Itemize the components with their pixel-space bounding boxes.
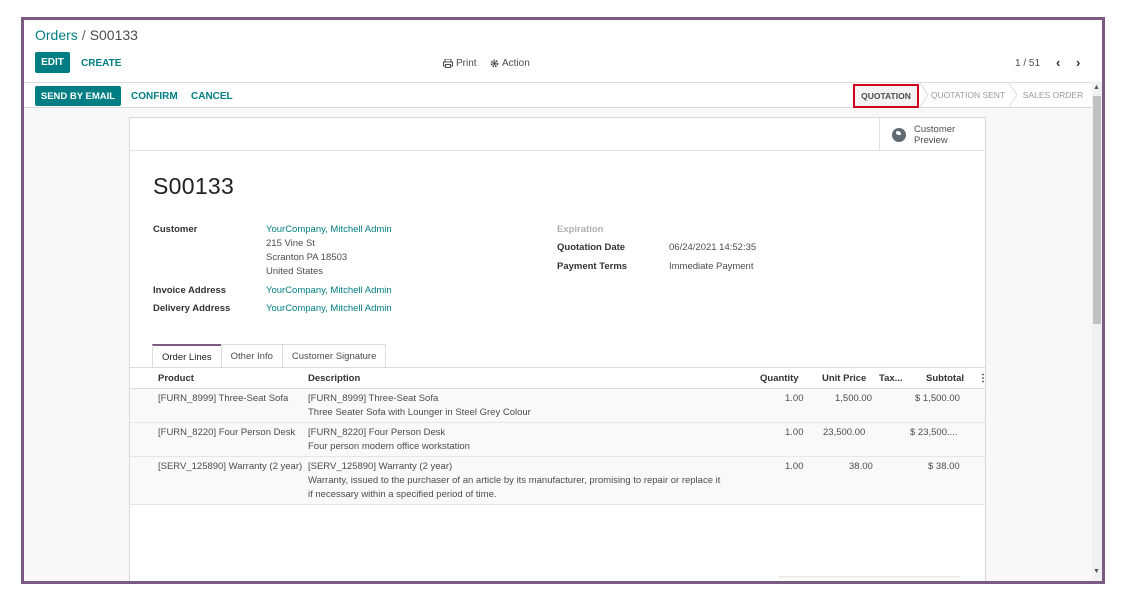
invoice-address-link[interactable]: YourCompany, Mitchell Admin bbox=[266, 285, 392, 296]
column-quantity[interactable]: Quantity bbox=[760, 373, 799, 384]
pager-previous-button[interactable]: ‹ bbox=[1056, 55, 1060, 70]
customer-address-street: 215 Vine St bbox=[266, 238, 315, 249]
customer-label: Customer bbox=[153, 224, 198, 235]
customer-preview-label: Customer Preview bbox=[914, 123, 956, 146]
delivery-address-link[interactable]: YourCompany, Mitchell Admin bbox=[266, 303, 392, 314]
create-button[interactable]: CREATE bbox=[81, 58, 121, 69]
send-by-email-button[interactable]: SEND BY EMAIL bbox=[35, 86, 121, 106]
totals-divider bbox=[779, 576, 960, 578]
action-menu-button[interactable]: Action bbox=[490, 58, 530, 69]
print-menu-button[interactable]: Print bbox=[443, 58, 477, 69]
line-description-detail: Four person modern office workstation bbox=[308, 441, 470, 452]
customer-address-city: Scranton PA 18503 bbox=[266, 252, 348, 263]
pager-value[interactable]: 1 / 51 bbox=[1015, 58, 1040, 69]
scrollbar-thumb[interactable] bbox=[1093, 96, 1101, 324]
payment-terms-value[interactable]: Immediate Payment bbox=[669, 261, 753, 272]
tab-order-lines[interactable]: Order Lines bbox=[152, 344, 222, 368]
table-header: Product Description Quantity Unit Price … bbox=[130, 368, 988, 389]
app-frame: Orders / S00133 EDIT CREATE Print Action 1… bbox=[21, 17, 1105, 584]
line-subtotal: $ 1,500.00 bbox=[915, 393, 960, 404]
print-icon bbox=[443, 59, 453, 68]
cancel-button[interactable]: CANCEL bbox=[191, 91, 233, 102]
notebook-tabs: Order Lines Other Info Customer Signatur… bbox=[152, 344, 387, 368]
customer-address-country: United States bbox=[266, 266, 324, 277]
scrollbar[interactable]: ▲ ▼ bbox=[1092, 82, 1102, 581]
stage-quotation[interactable]: QUOTATION bbox=[853, 84, 919, 108]
line-product: [FURN_8220] Four Person Desk bbox=[158, 427, 296, 438]
form-sheet: Customer Preview S00133 Customer YourCom… bbox=[129, 117, 988, 581]
stage-quotation-sent[interactable]: QUOTATION SENT bbox=[922, 83, 1014, 107]
button-box: Customer Preview bbox=[130, 118, 985, 151]
order-lines-table: Product Description Quantity Unit Price … bbox=[130, 368, 988, 505]
breadcrumb: Orders / S00133 bbox=[35, 27, 138, 43]
line-quantity: 1.00 bbox=[785, 427, 804, 438]
control-panel: Orders / S00133 EDIT CREATE Print Action 1… bbox=[24, 20, 1102, 82]
line-description-detail: Three Seater Sofa with Lounger in Steel … bbox=[308, 407, 531, 418]
breadcrumb-separator: / bbox=[81, 27, 86, 43]
table-row[interactable]: [FURN_8220] Four Person Desk [FURN_8220]… bbox=[130, 423, 985, 457]
payment-terms-label: Payment Terms bbox=[557, 261, 628, 272]
column-taxes[interactable]: Tax... bbox=[879, 373, 903, 384]
line-quantity: 1.00 bbox=[785, 393, 804, 404]
optional-columns-icon[interactable]: ⋮ bbox=[978, 373, 988, 384]
line-product: [FURN_8999] Three-Seat Sofa bbox=[158, 393, 289, 404]
statusbar: SEND BY EMAIL CONFIRM CANCEL QUOTATION Q… bbox=[24, 82, 1102, 108]
stage-sales-order[interactable]: SALES ORDER bbox=[1014, 83, 1092, 107]
quotation-date-value[interactable]: 06/24/2021 14:52:35 bbox=[669, 242, 756, 253]
action-label: Action bbox=[502, 58, 530, 69]
line-subtotal: $ 38.00 bbox=[928, 461, 960, 472]
line-description-title: [SERV_125890] Warranty (2 year) bbox=[308, 461, 453, 472]
column-unit-price[interactable]: Unit Price bbox=[822, 373, 866, 384]
line-description-title: [FURN_8999] Three-Seat Sofa bbox=[308, 393, 439, 404]
scroll-up-arrow-icon[interactable]: ▲ bbox=[1093, 84, 1100, 91]
table-row[interactable]: [SERV_125890] Warranty (2 year) [SERV_12… bbox=[130, 457, 985, 505]
line-description-detail: Warranty, issued to the purchaser of an … bbox=[308, 475, 721, 486]
edit-button[interactable]: EDIT bbox=[35, 52, 70, 73]
confirm-button[interactable]: CONFIRM bbox=[131, 91, 178, 102]
column-description[interactable]: Description bbox=[308, 373, 360, 384]
expiration-label: Expiration bbox=[557, 224, 604, 235]
tab-customer-signature[interactable]: Customer Signature bbox=[281, 344, 387, 368]
line-quantity: 1.00 bbox=[785, 461, 804, 472]
customer-link[interactable]: YourCompany, Mitchell Admin bbox=[266, 224, 392, 235]
invoice-address-label: Invoice Address bbox=[153, 285, 227, 296]
globe-icon bbox=[892, 127, 906, 142]
quotation-date-label: Quotation Date bbox=[557, 242, 626, 253]
table-row[interactable]: [FURN_8999] Three-Seat Sofa [FURN_8999] … bbox=[130, 389, 985, 423]
breadcrumb-current: S00133 bbox=[89, 27, 138, 43]
tab-other-info[interactable]: Other Info bbox=[220, 344, 283, 368]
breadcrumb-orders-link[interactable]: Orders bbox=[35, 27, 78, 43]
line-product: [SERV_125890] Warranty (2 year) bbox=[158, 461, 303, 472]
gear-icon bbox=[490, 59, 499, 68]
line-subtotal: $ 23,500.... bbox=[910, 427, 958, 438]
order-title: S00133 bbox=[153, 173, 235, 199]
line-description-title: [FURN_8220] Four Person Desk bbox=[308, 427, 446, 438]
print-label: Print bbox=[456, 58, 477, 69]
line-unit-price: 1,500.00 bbox=[835, 393, 872, 404]
customer-preview-button[interactable]: Customer Preview bbox=[879, 118, 985, 151]
delivery-address-label: Delivery Address bbox=[153, 303, 231, 314]
column-subtotal[interactable]: Subtotal bbox=[926, 373, 964, 384]
scroll-down-arrow-icon[interactable]: ▼ bbox=[1093, 568, 1100, 575]
column-product[interactable]: Product bbox=[158, 373, 194, 384]
pager-next-button[interactable]: › bbox=[1076, 55, 1080, 70]
line-unit-price: 38.00 bbox=[849, 461, 873, 472]
line-description-detail: if necessary within a specified period o… bbox=[308, 489, 497, 500]
line-unit-price: 23,500.00 bbox=[823, 427, 866, 438]
